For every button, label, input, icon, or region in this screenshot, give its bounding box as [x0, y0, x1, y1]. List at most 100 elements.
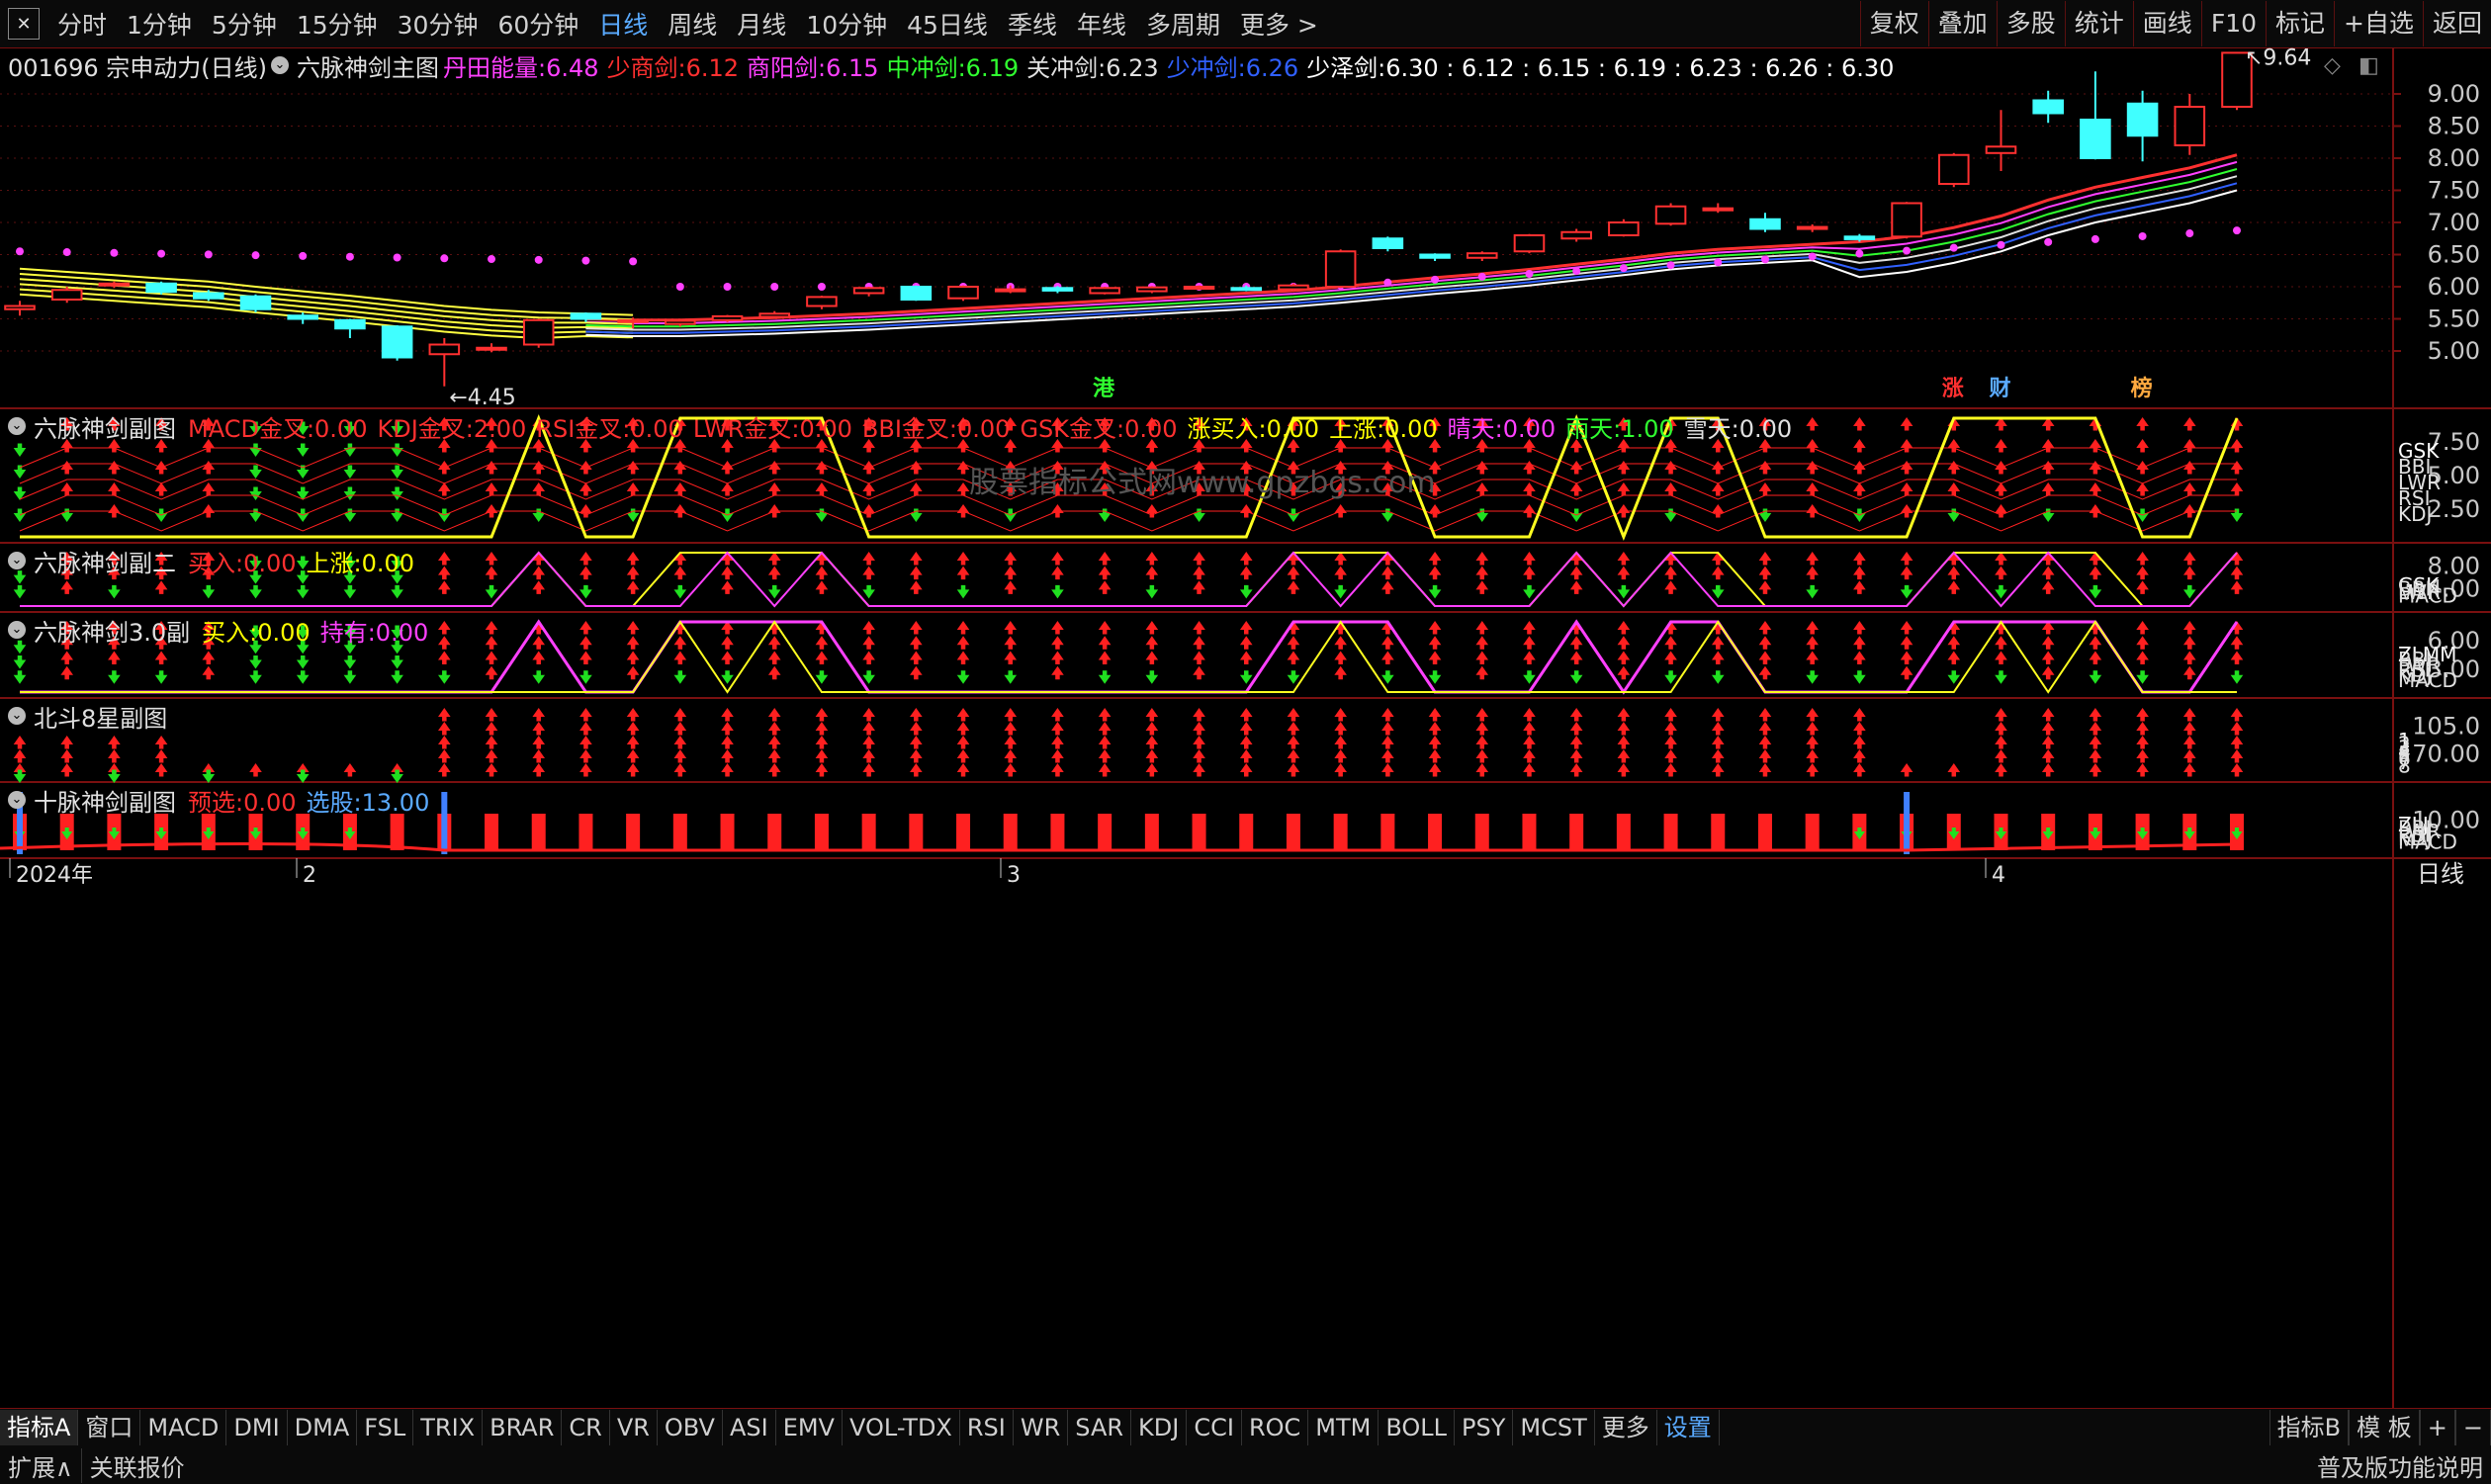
period-tab-8[interactable]: 月线: [727, 6, 796, 42]
candle[interactable]: [1654, 203, 1687, 226]
candle[interactable]: [2080, 71, 2111, 160]
chevron-down-icon[interactable]: ⌄: [8, 621, 26, 639]
template-button-3[interactable]: −: [2454, 1410, 2491, 1445]
candle[interactable]: [522, 318, 555, 348]
candle[interactable]: [2174, 94, 2206, 155]
period-tab-12[interactable]: 年线: [1067, 6, 1136, 42]
subchart-title[interactable]: 六脉神剑副图: [34, 409, 176, 444]
candle[interactable]: [428, 338, 461, 387]
period-tab-0[interactable]: 分时: [47, 6, 117, 42]
candle[interactable]: [806, 296, 838, 309]
candle[interactable]: [758, 310, 791, 319]
period-tab-7[interactable]: 周线: [658, 6, 727, 42]
period-tab-4[interactable]: 30分钟: [388, 6, 489, 42]
indicator-tab-5[interactable]: FSL: [357, 1410, 414, 1445]
indicator-tab-18[interactable]: CCI: [1187, 1410, 1242, 1445]
period-tab-3[interactable]: 15分钟: [287, 6, 388, 42]
indicator-tab-21[interactable]: BOLL: [1379, 1410, 1456, 1445]
toolbar-button-1[interactable]: 叠加: [1927, 1, 1997, 46]
candle[interactable]: [1372, 236, 1404, 252]
template-button-2[interactable]: +: [2419, 1410, 2455, 1445]
candle[interactable]: [145, 281, 177, 295]
close-icon[interactable]: ✕: [8, 8, 40, 40]
indicator-tab-22[interactable]: PSY: [1455, 1410, 1514, 1445]
candle[interactable]: [1419, 253, 1451, 261]
candle[interactable]: [1796, 223, 1828, 232]
indicator-tab-14[interactable]: RSI: [960, 1410, 1014, 1445]
template-button-0[interactable]: 指标B: [2269, 1410, 2350, 1445]
candle[interactable]: [239, 294, 272, 312]
event-mark[interactable]: 港: [1093, 377, 1115, 401]
template-button-1[interactable]: 模 板: [2349, 1410, 2420, 1445]
subchart-title[interactable]: 六脉神剑副二: [34, 544, 176, 578]
chevron-down-icon[interactable]: ⌄: [8, 707, 26, 725]
indicator-tab-6[interactable]: TRIX: [413, 1410, 484, 1445]
period-tab-11[interactable]: 季线: [998, 6, 1067, 42]
toolbar-button-2[interactable]: 多股: [1996, 1, 2065, 46]
period-tab-2[interactable]: 5分钟: [202, 6, 287, 42]
candle[interactable]: [852, 287, 885, 297]
panel-icon[interactable]: ◧: [2358, 53, 2379, 78]
period-tab-14[interactable]: 更多 >: [1230, 6, 1328, 42]
candle[interactable]: [1985, 110, 2017, 171]
chevron-down-icon[interactable]: ⌄: [8, 417, 26, 435]
candle[interactable]: [476, 343, 507, 353]
period-tab-13[interactable]: 多周期: [1136, 6, 1230, 42]
candle[interactable]: [1041, 286, 1074, 294]
indicator-tab-15[interactable]: WR: [1014, 1410, 1069, 1445]
candle[interactable]: [334, 318, 366, 339]
candle[interactable]: [1702, 203, 1735, 214]
indicator-tab-16[interactable]: SAR: [1068, 1410, 1132, 1445]
indicator-tab-19[interactable]: ROC: [1242, 1410, 1309, 1445]
chevron-down-icon[interactable]: ⌄: [8, 552, 26, 569]
indicator-tab-0[interactable]: 指标A: [0, 1410, 79, 1445]
indicator-tab-17[interactable]: KDJ: [1131, 1410, 1188, 1445]
candle[interactable]: [711, 314, 744, 322]
indicator-tab-7[interactable]: BRAR: [483, 1410, 563, 1445]
indicator-tab-8[interactable]: CR: [562, 1410, 610, 1445]
chart-area[interactable]: 9.00 8.50 8.00 7.50 7.00 6.50 6.00 5.50 5.00 ↖9.6…: [0, 47, 2491, 1408]
toolbar-button-3[interactable]: 统计: [2064, 1, 2133, 46]
candle[interactable]: [1136, 286, 1168, 294]
candle[interactable]: [900, 285, 933, 302]
candle[interactable]: [1749, 213, 1781, 232]
indicator-tab-11[interactable]: ASI: [723, 1410, 776, 1445]
indicator-tab-20[interactable]: MTM: [1308, 1410, 1379, 1445]
candle[interactable]: [994, 285, 1026, 294]
candle[interactable]: [1937, 152, 1970, 188]
candle[interactable]: [1466, 251, 1498, 261]
stock-name[interactable]: 001696 宗申动力(日线): [8, 48, 267, 83]
indicator-tab-23[interactable]: MCST: [1513, 1410, 1595, 1445]
subchart-title[interactable]: 六脉神剑3.0副: [34, 613, 190, 648]
main-indicator-name[interactable]: 六脉神剑主图: [297, 48, 439, 83]
toolbar-button-6[interactable]: 标记: [2266, 1, 2334, 46]
linked-quote-button[interactable]: 关联报价: [80, 1447, 193, 1483]
period-tab-1[interactable]: 1分钟: [117, 6, 202, 42]
candle[interactable]: [287, 312, 319, 324]
event-mark[interactable]: 榜: [2131, 376, 2153, 401]
indicator-tab-1[interactable]: 窗口: [78, 1410, 141, 1445]
indicator-tab-25[interactable]: 设置: [1657, 1410, 1720, 1445]
indicator-tab-2[interactable]: MACD: [140, 1410, 227, 1445]
candle[interactable]: [1183, 285, 1215, 291]
toolbar-button-5[interactable]: F10: [2200, 1, 2266, 46]
toolbar-button-4[interactable]: 画线: [2132, 1, 2201, 46]
help-link[interactable]: 普及版功能说明: [2317, 1448, 2483, 1483]
chevron-down-icon[interactable]: ⌄: [8, 791, 26, 809]
event-mark[interactable]: 财: [1989, 377, 2010, 401]
candle[interactable]: [2032, 90, 2064, 124]
period-tab-10[interactable]: 45日线: [897, 6, 998, 42]
candle[interactable]: [2126, 90, 2159, 162]
indicator-tab-3[interactable]: DMI: [226, 1410, 288, 1445]
indicator-tab-10[interactable]: OBV: [658, 1410, 723, 1445]
candle[interactable]: [1608, 218, 1640, 237]
toolbar-button-0[interactable]: 复权: [1859, 1, 1928, 46]
candle[interactable]: [381, 325, 413, 361]
indicator-tab-24[interactable]: 更多: [1595, 1410, 1657, 1445]
period-tab-9[interactable]: 10分钟: [796, 6, 897, 42]
indicator-tab-12[interactable]: EMV: [776, 1410, 843, 1445]
diamond-icon[interactable]: ◇: [2324, 53, 2341, 78]
event-mark[interactable]: 涨: [1942, 377, 1964, 401]
subchart-title[interactable]: 十脉神剑副图: [34, 783, 176, 818]
candle[interactable]: [1324, 249, 1357, 289]
